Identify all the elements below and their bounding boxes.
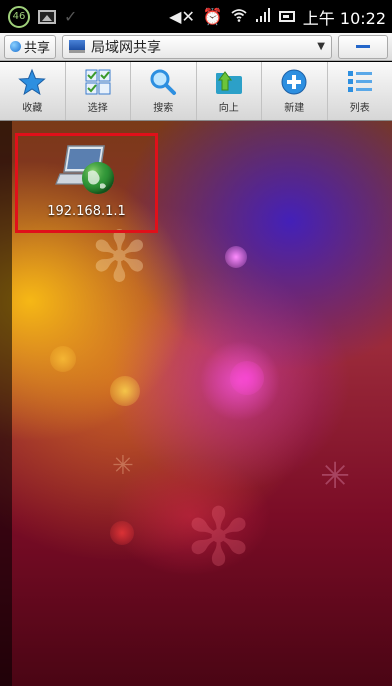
- path-bar: 共享 局域网共享 ▼: [0, 33, 392, 61]
- network-laptop-icon: [54, 142, 120, 198]
- up-button[interactable]: 向上: [197, 62, 262, 120]
- status-bar: 46 ✓ ◀✕ ⏰ 上午 10:22: [0, 0, 392, 33]
- select-button[interactable]: 选择: [66, 62, 131, 120]
- chevron-down-icon: ▼: [317, 41, 325, 52]
- bokeh-light: [110, 376, 140, 406]
- share-tab-label: 共享: [24, 41, 51, 56]
- snowflake-decoration: ✳: [112, 451, 134, 481]
- image-icon: [38, 9, 56, 24]
- list-label: 列表: [349, 103, 370, 114]
- up-label: 向上: [218, 103, 239, 114]
- favorites-label: 收藏: [22, 103, 43, 114]
- signal-icon: [255, 7, 271, 26]
- notification-badge: 46: [8, 5, 30, 28]
- favorites-button[interactable]: 收藏: [0, 62, 66, 120]
- add-icon: [279, 68, 309, 96]
- network-host-item[interactable]: 192.168.1.1: [15, 133, 158, 233]
- location-dropdown[interactable]: 局域网共享 ▼: [62, 34, 332, 59]
- new-label: 新建: [284, 103, 305, 114]
- collapse-button[interactable]: [338, 34, 388, 59]
- clock: 上午 10:22: [302, 8, 386, 28]
- select-label: 选择: [87, 103, 108, 114]
- up-folder-icon: [214, 68, 244, 96]
- check-icon: ✓: [64, 7, 78, 26]
- bokeh-light: [110, 521, 134, 545]
- share-tab[interactable]: 共享: [4, 34, 57, 59]
- minus-icon: [356, 45, 370, 48]
- lan-icon: [69, 40, 86, 53]
- network-host-label: 192.168.1.1: [47, 204, 126, 219]
- battery-icon: [278, 11, 295, 22]
- file-list-area[interactable]: ✻ ✻ ✳ ✳ 192.168.1.1: [0, 121, 392, 686]
- select-icon: [83, 68, 113, 96]
- search-button[interactable]: 搜索: [131, 62, 197, 120]
- list-view-button[interactable]: 列表: [328, 62, 392, 120]
- new-button[interactable]: 新建: [262, 62, 328, 120]
- toolbar: 收藏 选择 搜索 向上 新建 列表: [0, 62, 392, 121]
- snowflake-decoration: ✻: [185, 491, 253, 584]
- list-icon: [345, 68, 375, 96]
- bokeh-light: [230, 361, 264, 395]
- alarm-icon: ⏰: [202, 7, 223, 26]
- location-label: 局域网共享: [91, 39, 162, 56]
- mute-icon: ◀✕: [169, 7, 195, 26]
- bokeh-light: [50, 346, 76, 372]
- search-label: 搜索: [153, 103, 174, 114]
- bokeh-light: [225, 246, 247, 268]
- star-icon: [17, 68, 47, 96]
- search-icon: [148, 68, 178, 96]
- left-edge-shade: [0, 121, 12, 686]
- wifi-icon: [231, 7, 247, 26]
- snowflake-decoration: ✳: [320, 456, 351, 497]
- share-icon: [10, 41, 21, 52]
